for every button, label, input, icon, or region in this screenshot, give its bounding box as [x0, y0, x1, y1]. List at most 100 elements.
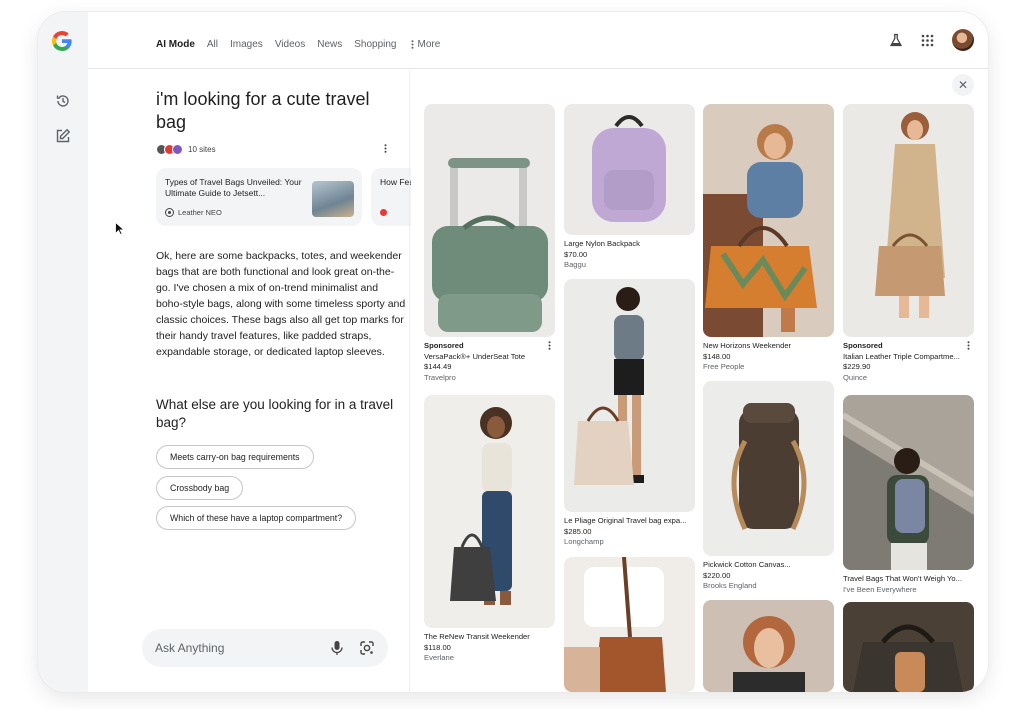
product-price: $229.90	[843, 362, 871, 371]
product-meta: Large Nylon Backpack $70.00 Baggu	[564, 239, 695, 271]
product-tile[interactable]: Sponsored VersaPack®+ UnderSeat Tote $14…	[424, 104, 555, 394]
product-store: Brooks England	[703, 581, 757, 590]
product-image	[843, 104, 974, 337]
product-tile[interactable]: Travel Bags That Won't Weigh Yo... I've …	[843, 395, 974, 599]
product-title: Le Pliage Original Travel bag expa...	[564, 516, 687, 525]
side-rail	[38, 12, 88, 692]
sponsored-label: Sponsored	[843, 341, 883, 350]
account-avatar[interactable]	[952, 29, 974, 51]
product-image	[843, 602, 974, 692]
product-store: Quince	[843, 372, 868, 382]
follow-up-question: What else are you looking for in a trave…	[156, 397, 394, 430]
suggestion-chip[interactable]: Meets carry-on bag requirements	[156, 445, 314, 469]
product-tile[interactable]: New Horizons Weekender $148.00 Free Peop…	[703, 104, 834, 380]
product-price: $148.00	[703, 351, 731, 361]
lens-camera-icon[interactable]	[359, 640, 375, 656]
more-vert-icon	[411, 40, 413, 49]
product-meta: Pickwick Cotton Canvas... $220.00 Brooks…	[703, 560, 834, 592]
tab-news[interactable]: News	[317, 39, 342, 50]
flask-icon[interactable]	[889, 33, 903, 47]
product-tile[interactable]	[703, 600, 834, 692]
tab-more[interactable]: More	[411, 39, 453, 50]
history-icon[interactable]	[55, 93, 71, 109]
product-tile[interactable]: Sponsored Italian Leather Triple Compart…	[843, 104, 974, 394]
product-tile[interactable]: Pickwick Cotton Canvas... $220.00 Brooks…	[703, 381, 834, 599]
product-price: $144.49	[424, 362, 452, 371]
product-title: Travel Bags That Won't Weigh Yo...	[843, 574, 962, 583]
product-meta: Travel Bags That Won't Weigh Yo... I've …	[843, 574, 974, 595]
apps-grid-icon[interactable]	[921, 34, 934, 47]
product-title: Italian Leather Triple Compartme...	[843, 351, 960, 361]
product-tile[interactable]	[843, 602, 974, 692]
user-query: i'm looking for a cute travel bag	[156, 89, 370, 132]
top-right-controls	[889, 29, 974, 51]
tab-shopping[interactable]: Shopping	[354, 39, 396, 50]
product-price: $70.00	[564, 249, 588, 259]
product-tile[interactable]: Large Nylon Backpack $70.00 Baggu	[564, 104, 695, 278]
product-tile[interactable]: Le Pliage Original Travel bag expa... $2…	[564, 279, 695, 555]
source-card-thumbnail	[312, 181, 354, 217]
product-store: Everlane	[424, 653, 454, 662]
search-nav-tabs: AI Mode All Images Videos News Shopping …	[156, 39, 464, 50]
product-title: Pickwick Cotton Canvas...	[703, 560, 791, 569]
product-store: Baggu	[564, 260, 586, 269]
product-image	[703, 381, 834, 556]
ask-input-placeholder: Ask Anything	[155, 641, 225, 655]
source-card-title: How Feat	[380, 177, 411, 187]
close-button[interactable]: ✕	[952, 74, 974, 96]
more-vert-icon[interactable]	[548, 341, 551, 350]
source-favicon	[172, 144, 183, 155]
tab-images[interactable]: Images	[230, 39, 263, 50]
product-meta: New Horizons Weekender $148.00 Free Peop…	[703, 341, 834, 373]
ai-answer-text: Ok, here are some backpacks, totes, and …	[156, 250, 406, 358]
mouse-cursor-icon	[115, 222, 124, 235]
sponsored-label: Sponsored	[424, 341, 464, 350]
site-favicon-icon	[165, 208, 174, 217]
product-title: VersaPack®+ UnderSeat Tote	[424, 351, 526, 361]
browser-window: AI Mode All Images Videos News Shopping …	[38, 12, 988, 692]
source-card[interactable]: Types of Travel Bags Unveiled: Your Ulti…	[156, 168, 362, 226]
product-image	[843, 395, 974, 570]
source-card[interactable]: How Feat	[371, 168, 411, 226]
product-price: $118.00	[424, 642, 451, 652]
sources-row[interactable]: 10 sites	[156, 144, 216, 155]
product-title: Large Nylon Backpack	[564, 239, 640, 248]
suggestion-chip[interactable]: Which of these have a laptop compartment…	[156, 506, 357, 530]
more-vert-icon[interactable]	[967, 341, 970, 350]
product-price: $285.00	[564, 526, 592, 536]
top-bar: AI Mode All Images Videos News Shopping …	[88, 12, 988, 69]
product-title: The ReNew Transit Weekender	[424, 632, 530, 641]
tab-videos[interactable]: Videos	[275, 39, 305, 50]
product-meta: Sponsored VersaPack®+ UnderSeat Tote $14…	[424, 341, 555, 383]
product-image	[703, 600, 834, 692]
product-tile[interactable]	[564, 557, 695, 692]
product-store: I've Been Everywhere	[843, 584, 917, 594]
ask-input[interactable]: Ask Anything	[142, 629, 388, 667]
suggestion-chip[interactable]: Crossbody bag	[156, 476, 244, 500]
product-store: Free People	[703, 362, 745, 371]
mic-icon[interactable]	[330, 640, 344, 656]
product-store: Longchamp	[564, 537, 604, 546]
more-vert-icon[interactable]	[384, 144, 387, 153]
product-meta: The ReNew Transit Weekender $118.00 Ever…	[424, 632, 555, 664]
product-image	[703, 104, 834, 337]
product-image	[564, 104, 695, 235]
google-g-logo[interactable]	[50, 29, 74, 53]
product-image	[424, 104, 555, 337]
site-favicon-icon	[380, 209, 387, 216]
tab-more-label: More	[417, 39, 441, 50]
conversation-panel: i'm looking for a cute travel bag 10 sit…	[88, 70, 411, 692]
close-icon: ✕	[957, 78, 969, 92]
edit-icon[interactable]	[55, 128, 71, 144]
source-card-site: Leather NEO	[165, 208, 222, 217]
source-card-site-name: Leather NEO	[178, 208, 222, 217]
product-image	[564, 557, 695, 692]
product-image	[424, 395, 555, 628]
panel-divider	[409, 70, 410, 692]
product-store: Travelpro	[424, 372, 456, 382]
sources-count: 10 sites	[188, 145, 216, 154]
tab-ai-mode[interactable]: AI Mode	[156, 39, 195, 50]
tab-all[interactable]: All	[207, 39, 218, 50]
source-card-title: Types of Travel Bags Unveiled: Your Ulti…	[165, 177, 302, 198]
product-tile[interactable]: The ReNew Transit Weekender $118.00 Ever…	[424, 395, 555, 685]
